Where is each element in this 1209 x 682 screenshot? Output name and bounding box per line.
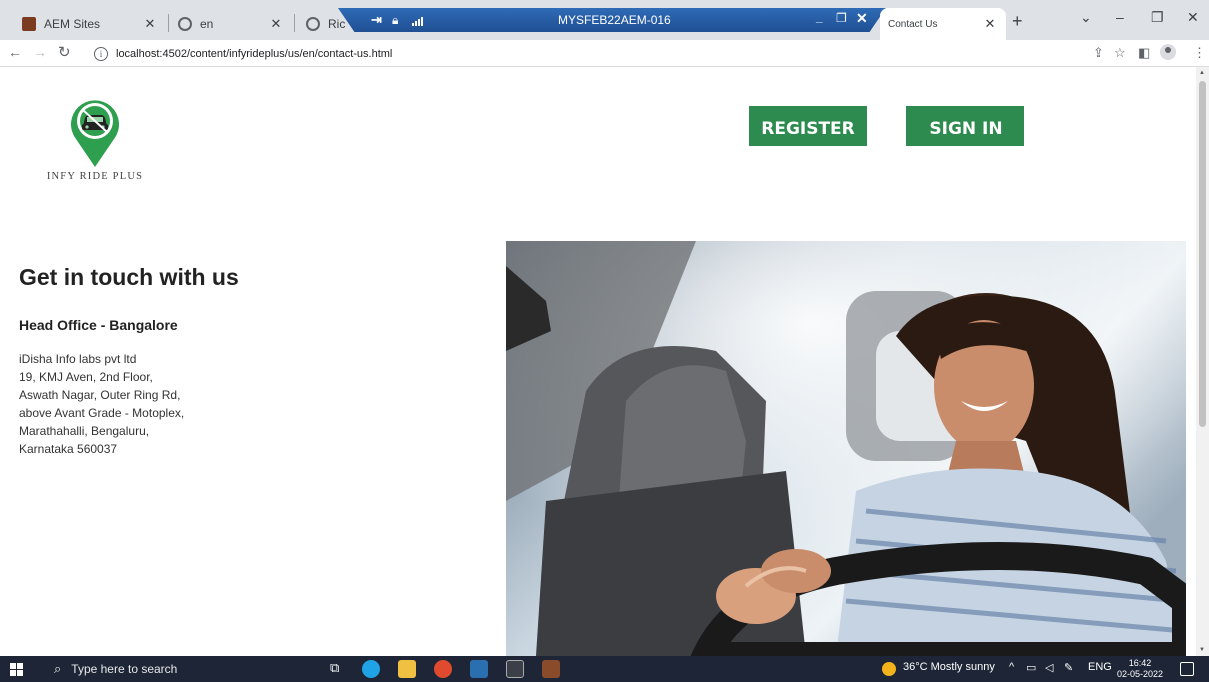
scrollbar-thumb[interactable]	[1199, 81, 1206, 427]
share-icon[interactable]: ⇪	[1093, 45, 1104, 61]
page-scrollbar[interactable]: ▲ ▼	[1196, 67, 1209, 656]
remote-desktop-icon[interactable]	[470, 660, 488, 678]
remote-session-title: MYSFEB22AEM-016	[558, 13, 671, 27]
tab-title: en	[200, 17, 214, 31]
tab-title: Contact Us	[888, 18, 938, 30]
sidepanel-icon[interactable]: ◧	[1138, 45, 1150, 61]
address-line: 19, KMJ Aven, 2nd Floor,	[19, 370, 153, 384]
close-icon[interactable]: ✕	[142, 16, 158, 32]
globe-icon	[178, 17, 192, 31]
pen-icon[interactable]: ✎	[1064, 661, 1073, 674]
star-icon[interactable]: ☆	[1114, 45, 1126, 61]
restore-icon[interactable]: ❐	[1151, 9, 1164, 26]
minimize-icon[interactable]: –	[1116, 9, 1124, 25]
minimize-icon[interactable]: _	[816, 10, 823, 24]
aem-favicon-icon	[22, 17, 36, 31]
address-line: Marathahalli, Bengaluru,	[19, 424, 150, 438]
pin-icon[interactable]: ⇥	[371, 12, 382, 28]
page-title: Get in touch with us	[19, 264, 239, 290]
browser-toolbar: ← → ↻ i localhost:4502/content/infyridep…	[0, 40, 1209, 67]
language-indicator[interactable]: ENG	[1088, 661, 1112, 673]
tab-separator	[168, 14, 169, 32]
address-line: iDisha Info labs pvt ltd	[19, 352, 137, 366]
search-placeholder: Type here to search	[71, 662, 178, 676]
edge-icon[interactable]	[362, 660, 380, 678]
tab-separator	[294, 14, 295, 32]
system-clock[interactable]: 16:42 02-05-2022	[1117, 658, 1163, 680]
address-bar[interactable]: i localhost:4502/content/infyrideplus/us…	[94, 43, 1094, 64]
tab-en[interactable]: en ✕	[170, 8, 292, 40]
terminal-icon[interactable]	[506, 660, 524, 678]
volume-icon[interactable]: ◁	[1045, 661, 1053, 674]
close-icon[interactable]: ✕	[982, 16, 998, 32]
address-line: above Avant Grade - Motoplex,	[19, 406, 185, 420]
weather-text[interactable]: 36°C Mostly sunny	[903, 661, 995, 673]
tab-aem-sites[interactable]: AEM Sites ✕	[14, 8, 166, 40]
remote-session-bar: ⇥ 🔒︎ MYSFEB22AEM-016 _ ❐ ✕	[338, 8, 886, 32]
globe-icon	[306, 17, 320, 31]
app-icon[interactable]	[542, 660, 560, 678]
register-button[interactable]: REGISTER	[749, 106, 867, 146]
chevron-down-icon[interactable]: ⌄	[1080, 9, 1092, 26]
file-explorer-icon[interactable]	[398, 660, 416, 678]
weather-icon[interactable]	[882, 662, 896, 676]
new-tab-button[interactable]: +	[1012, 11, 1023, 32]
signal-icon	[412, 17, 423, 26]
scroll-down-icon[interactable]: ▼	[1199, 647, 1205, 653]
tab-contact-us[interactable]: Contact Us ✕	[880, 8, 1006, 40]
profile-avatar[interactable]	[1160, 44, 1176, 60]
clock-time: 16:42	[1128, 658, 1152, 668]
taskbar-search-input[interactable]: ⌕ Type here to search	[44, 656, 314, 682]
chrome-icon[interactable]	[434, 660, 452, 678]
menu-icon[interactable]: ⋮	[1193, 45, 1206, 61]
close-icon[interactable]: ✕	[856, 10, 868, 27]
search-icon: ⌕	[54, 661, 62, 676]
office-title: Head Office - Bangalore	[19, 317, 178, 333]
info-icon[interactable]: i	[94, 46, 108, 61]
tab-title: AEM Sites	[44, 17, 101, 31]
car-pin-icon	[71, 100, 119, 167]
clock-date: 02-05-2022	[1117, 669, 1164, 679]
chevron-up-icon[interactable]: ^	[1009, 661, 1014, 673]
network-icon[interactable]: ▭	[1026, 661, 1036, 674]
logo-text: INFY RIDE PLUS	[46, 171, 144, 182]
hero-image-woman-driving	[506, 241, 1186, 656]
browser-tab-strip: AEM Sites ✕ en ✕ Ric ⇥ 🔒︎ MYSFEB22AEM-01…	[0, 0, 1209, 40]
forward-icon[interactable]: →	[33, 44, 47, 60]
url-text: localhost:4502/content/infyrideplus/us/e…	[116, 47, 393, 60]
woman-driving-car-image	[506, 241, 1186, 656]
address-line: Aswath Nagar, Outer Ring Rd,	[19, 388, 181, 402]
notifications-icon[interactable]	[1180, 662, 1194, 676]
task-view-icon[interactable]: ⧉	[330, 660, 339, 676]
lock-icon: 🔒︎	[392, 12, 399, 27]
windows-taskbar: ⌕ Type here to search ⧉ 36°C Mostly sunn…	[0, 656, 1209, 682]
back-icon[interactable]: ←	[8, 44, 22, 60]
close-icon[interactable]: ✕	[1187, 9, 1199, 26]
sign-in-button[interactable]: SIGN IN	[906, 106, 1024, 146]
windows-start-icon[interactable]	[10, 663, 24, 676]
address-line: Karnataka 560037	[19, 442, 118, 456]
office-address: iDisha Info labs pvt ltd 19, KMJ Aven, 2…	[19, 350, 184, 458]
restore-icon[interactable]: ❐	[836, 11, 847, 25]
scroll-up-icon[interactable]: ▲	[1199, 70, 1205, 76]
site-logo[interactable]: INFY RIDE PLUS	[30, 95, 160, 190]
page-content: INFY RIDE PLUS REGISTER SIGN IN Get in t…	[0, 67, 1196, 656]
reload-icon[interactable]: ↻	[58, 43, 71, 61]
close-icon[interactable]: ✕	[268, 16, 284, 32]
